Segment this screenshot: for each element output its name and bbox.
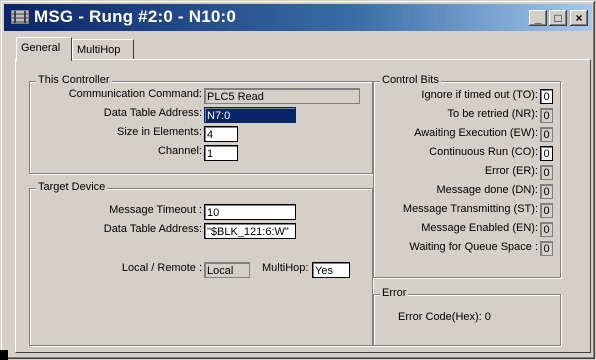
to-be-retried-bit: 0 — [540, 108, 553, 123]
target-data-table-address-field[interactable]: "$BLK_121:6:W" — [204, 223, 296, 239]
error-code-label: Error Code(Hex): 0 — [398, 311, 491, 323]
tab-general[interactable]: General — [16, 37, 72, 61]
control-bit-label: Message done (DN): — [436, 184, 539, 196]
error-group: Error Error Code(Hex): 0 — [373, 287, 561, 346]
channel-field[interactable]: 1 — [204, 145, 238, 161]
multihop-label: MultiHop: — [262, 262, 309, 274]
control-bit-label: Waiting for Queue Space : — [409, 241, 538, 253]
this-controller-group: This Controller Communication Command: P… — [29, 74, 373, 174]
error-bit: 0 — [540, 165, 553, 180]
size-in-elements-field[interactable]: 4 — [204, 126, 238, 142]
maximize-button[interactable]: □ — [549, 10, 567, 26]
control-bit-label: Awaiting Execution (EW): — [414, 127, 538, 139]
control-bit-label: Error (ER): — [484, 165, 538, 177]
size-in-elements-label: Size in Elements: — [117, 126, 202, 138]
target-data-table-address-label: Data Table Address: — [103, 223, 202, 235]
error-title: Error — [380, 287, 409, 299]
channel-label: Channel: — [157, 145, 202, 157]
local-remote-field[interactable]: Local — [204, 262, 250, 278]
control-bit-label: Continuous Run (CO): — [429, 146, 538, 158]
continuous-run-bit[interactable]: 0 — [540, 146, 553, 161]
rslogix-app-icon — [11, 10, 29, 24]
target-device-group: Target Device Message Timeout : 10 Data … — [29, 181, 373, 346]
control-bit-label: Message Transmitting (ST): — [402, 203, 538, 215]
message-done-bit: 0 — [540, 184, 553, 199]
message-transmitting-bit: 0 — [540, 203, 553, 218]
control-bit-label: Ignore if timed out (TO): — [421, 89, 538, 101]
corner-mark — [0, 350, 8, 360]
control-bit-label: Message Enabled (EN): — [421, 222, 538, 234]
waiting-for-queue-space-bit: 0 — [540, 241, 553, 256]
communication-command-field[interactable]: PLC5 Read — [204, 88, 360, 104]
close-button[interactable]: × — [570, 10, 588, 26]
communication-command-label: Communication Command: — [68, 88, 202, 100]
minimize-button[interactable]: _ — [529, 10, 547, 26]
multihop-field[interactable]: Yes — [312, 262, 350, 278]
general-tab-panel: This Controller Communication Command: P… — [15, 59, 591, 353]
title-bar[interactable]: MSG - Rung #2:0 - N10:0 _ □ × — [4, 4, 592, 31]
this-controller-title: This Controller — [36, 74, 112, 86]
control-bit-label: To be retried (NR): — [447, 108, 538, 120]
awaiting-execution-bit: 0 — [540, 127, 553, 142]
msg-window: MSG - Rung #2:0 - N10:0 _ □ × General Mu… — [0, 0, 596, 360]
tab-multihop[interactable]: MultiHop — [72, 39, 134, 60]
ignore-if-timed-out-bit[interactable]: 0 — [540, 89, 553, 104]
data-table-address-label: Data Table Address: — [103, 107, 202, 119]
window-title: MSG - Rung #2:0 - N10:0 — [34, 7, 237, 26]
control-bits-group: Control Bits Ignore if timed out (TO): 0… — [373, 74, 561, 278]
control-bits-title: Control Bits — [380, 74, 441, 86]
message-timeout-label: Message Timeout : — [109, 204, 202, 216]
local-remote-label: Local / Remote : — [121, 262, 202, 274]
message-enabled-bit: 0 — [540, 222, 553, 237]
message-timeout-field[interactable]: 10 — [204, 204, 296, 220]
target-device-title: Target Device — [36, 181, 108, 193]
data-table-address-field[interactable]: N7:0 — [204, 107, 296, 123]
